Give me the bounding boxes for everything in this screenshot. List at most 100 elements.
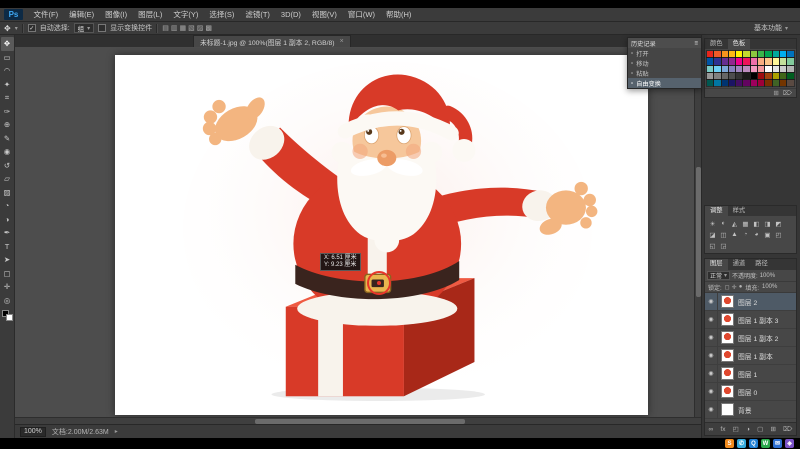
color-swatch[interactable] (742, 49, 751, 59)
color-swatch[interactable] (749, 71, 759, 81)
zoom-tool[interactable]: ◎ (1, 294, 14, 308)
adjustment-icon[interactable]: ◐ (718, 218, 729, 229)
color-swatch[interactable] (786, 57, 795, 66)
color-swatch[interactable] (705, 64, 715, 73)
lasso-tool[interactable]: ◠ (1, 64, 14, 78)
menu-item[interactable]: 视图(V) (306, 8, 342, 21)
dodge-tool[interactable]: ◑ (1, 213, 14, 227)
color-swatch[interactable] (764, 57, 773, 66)
color-swatch[interactable] (735, 64, 744, 73)
color-swatch[interactable] (771, 79, 781, 88)
brush-tool[interactable]: ✎ (1, 132, 14, 146)
quick-select-tool[interactable]: ✦ (1, 78, 14, 92)
auto-select-dropdown[interactable]: 组 ▾ (73, 23, 95, 33)
color-swatch[interactable] (735, 49, 744, 59)
adjustment-icon[interactable]: ▲ (729, 229, 740, 240)
layer-thumbnail[interactable] (721, 403, 734, 416)
color-swatch[interactable] (771, 71, 781, 81)
color-swatch[interactable] (771, 57, 781, 66)
marquee-tool[interactable]: ▭ (1, 51, 14, 65)
color-swatch[interactable] (713, 49, 722, 59)
layers-footer-icon[interactable]: ∞ (709, 426, 714, 433)
visibility-eye-icon[interactable]: ◉ (705, 400, 718, 419)
color-swatch[interactable] (713, 79, 722, 88)
adjustment-icon[interactable]: ◨ (762, 218, 773, 229)
layer-row[interactable]: ◉ 图层 1 副本 2 (705, 328, 796, 347)
taskbar-icon[interactable]: W (761, 439, 770, 448)
adjustment-icon[interactable]: ◔ (740, 229, 751, 240)
visibility-eye-icon[interactable]: ◉ (705, 382, 718, 401)
color-swatch[interactable] (713, 57, 722, 66)
tool-preset-caret-icon[interactable]: ▾ (15, 25, 18, 32)
color-swatch[interactable] (720, 79, 729, 88)
history-step[interactable]: ▫ 移动 (628, 58, 701, 68)
taskbar-icon[interactable]: S (725, 439, 734, 448)
tab-channels[interactable]: 通道 (728, 259, 751, 270)
taskbar-icon[interactable]: ✆ (737, 439, 746, 448)
align-icon[interactable]: ▨ (197, 24, 204, 32)
align-icon[interactable]: ▥ (171, 24, 178, 32)
canvas-area[interactable]: X: 6.51 厘米 Y: 9.23 厘米 (15, 47, 701, 424)
adjustment-icon[interactable]: ◰ (773, 229, 784, 240)
eyedropper-tool[interactable]: ✑ (1, 105, 14, 119)
lock-icon[interactable]: ✛ (732, 284, 737, 291)
layer-row[interactable]: ◉ 图层 1 (705, 364, 796, 383)
adjustment-icon[interactable]: ◭ (729, 218, 740, 229)
taskbar-icon[interactable]: ✉ (773, 439, 782, 448)
panel-menu-icon[interactable]: ≡ (694, 40, 698, 47)
menu-item[interactable]: 图层(L) (133, 8, 168, 21)
menu-item[interactable]: 窗口(W) (342, 8, 380, 21)
gradient-tool[interactable]: ▨ (1, 186, 14, 200)
color-swatch[interactable] (742, 57, 751, 66)
color-swatch[interactable] (720, 71, 729, 81)
adjustment-icon[interactable]: ◧ (751, 218, 762, 229)
menu-item[interactable]: 选择(S) (204, 8, 240, 21)
layers-footer-icon[interactable]: ⌦ (783, 425, 792, 433)
adjustment-icon[interactable]: ▣ (762, 229, 773, 240)
color-swatch[interactable] (749, 79, 759, 88)
hand-tool[interactable]: ✛ (1, 280, 14, 294)
lock-icon[interactable]: ● (739, 284, 743, 291)
visibility-eye-icon[interactable]: ◉ (705, 328, 718, 347)
color-swatch[interactable] (757, 64, 766, 73)
clone-stamp-tool[interactable]: ◉ (1, 145, 14, 159)
document-tab[interactable]: 未标题-1.jpg @ 100%(图层 1 副本 2, RGB/8) × (193, 35, 351, 47)
color-swatch[interactable] (735, 71, 744, 81)
path-select-tool[interactable]: ➤ (1, 253, 14, 267)
color-swatch[interactable] (727, 49, 737, 59)
color-swatch[interactable] (720, 57, 729, 66)
adjustment-icon[interactable]: ◕ (751, 229, 762, 240)
layers-footer-icon[interactable]: ⊞ (770, 425, 775, 433)
layers-footer-icon[interactable]: fx (720, 426, 725, 433)
color-swatch[interactable] (778, 64, 788, 73)
tab-adjustments[interactable]: 调整 (705, 206, 728, 216)
color-swatch[interactable] (749, 57, 759, 66)
taskbar-icon[interactable]: ◈ (785, 439, 794, 448)
color-swatch[interactable] (778, 71, 788, 81)
history-step[interactable]: ▫ 自由变换 (628, 78, 701, 88)
color-swatch[interactable] (742, 71, 751, 81)
menu-item[interactable]: 帮助(H) (381, 8, 417, 21)
adjustment-icon[interactable]: ◲ (718, 240, 729, 251)
visibility-eye-icon[interactable]: ◉ (705, 346, 718, 365)
crop-tool[interactable]: ⌗ (1, 91, 14, 105)
layer-thumbnail[interactable] (721, 385, 734, 398)
layers-footer-icon[interactable]: ▢ (757, 425, 763, 433)
color-swatch[interactable] (705, 49, 715, 59)
delete-swatch-icon[interactable]: ⌦ (783, 89, 792, 97)
tab-color[interactable]: 颜色 (705, 39, 728, 49)
new-swatch-icon[interactable]: ⊞ (773, 89, 778, 97)
color-swatch[interactable] (742, 64, 751, 73)
menu-item[interactable]: 文字(Y) (168, 8, 204, 21)
color-swatch[interactable] (786, 64, 795, 73)
color-swatch[interactable] (727, 71, 737, 81)
color-swatch[interactable] (764, 71, 773, 81)
color-swatch[interactable] (778, 79, 788, 88)
blur-tool[interactable]: ◔ (1, 199, 14, 213)
adjustment-icon[interactable]: ◩ (773, 218, 784, 229)
color-swatch[interactable] (786, 79, 795, 88)
adjustment-icon[interactable]: ◪ (707, 229, 718, 240)
background-color-swatch[interactable] (5, 314, 13, 321)
show-transform-checkbox[interactable] (98, 24, 107, 32)
layer-row[interactable]: ◉ 背景 (705, 400, 796, 419)
